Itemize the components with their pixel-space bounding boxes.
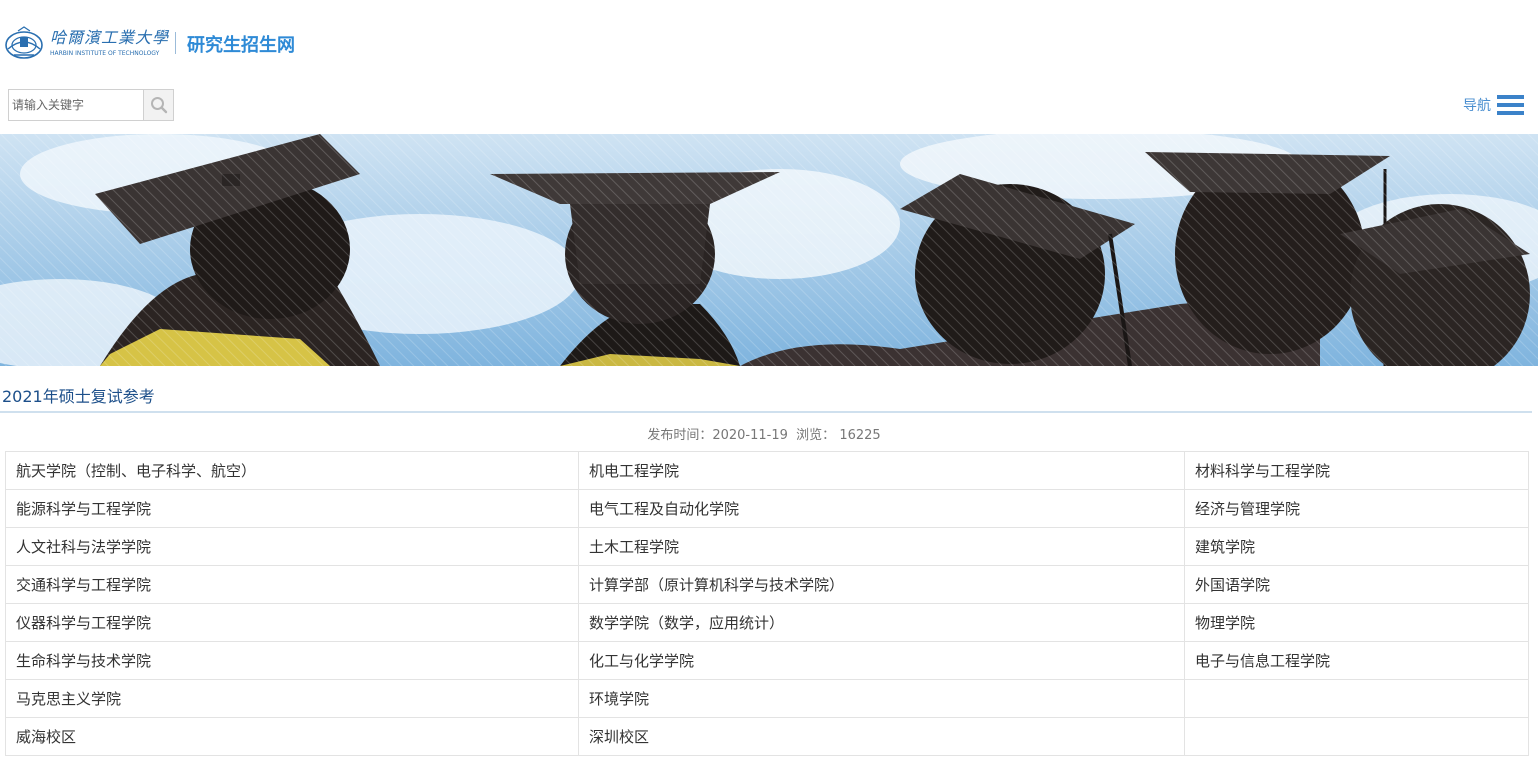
college-link[interactable]: 材料科学与工程学院 <box>1184 451 1529 490</box>
nav-menu-button[interactable]: 导航 <box>1463 94 1524 116</box>
college-link[interactable]: 外国语学院 <box>1184 565 1529 604</box>
views-label: 浏览： <box>796 428 836 443</box>
publish-date: 2020-11-19 <box>712 428 788 443</box>
logo-divider <box>175 32 176 54</box>
college-table: 航天学院（控制、电子科学、航空） 机电工程学院 材料科学与工程学院 能源科学与工程学院… <box>5 451 1529 756</box>
page-title: 2021年硕士复试参考 <box>2 387 155 406</box>
college-link[interactable]: 威海校区 <box>5 717 579 756</box>
college-link[interactable]: 建筑学院 <box>1184 527 1529 566</box>
college-link[interactable]: 航天学院（控制、电子科学、航空） <box>5 451 579 490</box>
table-row: 交通科学与工程学院 计算学部（原计算机科学与技术学院） 外国语学院 <box>5 565 1529 604</box>
table-row: 生命科学与技术学院 化工与化学学院 电子与信息工程学院 <box>5 641 1529 680</box>
site-header: 哈爾濱工業大學 HARBIN INSTITUTE OF TECHNOLOGY 研… <box>0 0 1538 134</box>
university-logo[interactable]: 哈爾濱工業大學 HARBIN INSTITUTE OF TECHNOLOGY 研… <box>4 24 295 62</box>
table-row: 威海校区 深圳校区 <box>5 717 1529 756</box>
hit-emblem-icon <box>5 26 43 59</box>
college-link[interactable]: 物理学院 <box>1184 603 1529 642</box>
search-input[interactable] <box>9 90 144 120</box>
search-button[interactable] <box>143 90 173 120</box>
college-link[interactable]: 生命科学与技术学院 <box>5 641 579 680</box>
site-title[interactable]: 研究生招生网 <box>187 31 295 57</box>
college-link[interactable]: 马克思主义学院 <box>5 679 579 718</box>
table-row: 能源科学与工程学院 电气工程及自动化学院 经济与管理学院 <box>5 489 1529 528</box>
table-row: 人文社科与法学学院 土木工程学院 建筑学院 <box>5 527 1529 566</box>
publish-label: 发布时间： <box>647 428 713 443</box>
college-link[interactable]: 交通科学与工程学院 <box>5 565 579 604</box>
college-link[interactable]: 土木工程学院 <box>578 527 1185 566</box>
logo-chinese-name: 哈爾濱工業大學 <box>50 28 170 47</box>
table-row: 航天学院（控制、电子科学、航空） 机电工程学院 材料科学与工程学院 <box>5 451 1529 490</box>
college-link[interactable]: 计算学部（原计算机科学与技术学院） <box>578 565 1185 604</box>
college-link[interactable]: 机电工程学院 <box>578 451 1185 490</box>
college-link[interactable]: 经济与管理学院 <box>1184 489 1529 528</box>
views-count: 16225 <box>839 428 881 443</box>
article-meta: 发布时间：2020-11-19 浏览： 16225 <box>0 424 1528 443</box>
college-link[interactable]: 电气工程及自动化学院 <box>578 489 1185 528</box>
empty-cell <box>1184 679 1529 718</box>
college-link[interactable]: 数学学院（数学，应用统计） <box>578 603 1185 642</box>
title-divider <box>0 411 1532 413</box>
college-link[interactable]: 仪器科学与工程学院 <box>5 603 579 642</box>
college-link[interactable]: 环境学院 <box>578 679 1185 718</box>
hamburger-icon <box>1497 95 1524 115</box>
search-icon <box>150 97 167 114</box>
search-box <box>8 89 174 121</box>
college-link[interactable]: 能源科学与工程学院 <box>5 489 579 528</box>
college-link[interactable]: 电子与信息工程学院 <box>1184 641 1529 680</box>
empty-cell <box>1184 717 1529 756</box>
college-link[interactable]: 深圳校区 <box>578 717 1185 756</box>
logo-english-name: HARBIN INSTITUTE OF TECHNOLOGY <box>50 50 160 57</box>
table-row: 仪器科学与工程学院 数学学院（数学，应用统计） 物理学院 <box>5 603 1529 642</box>
college-link[interactable]: 人文社科与法学学院 <box>5 527 579 566</box>
nav-label: 导航 <box>1463 98 1491 114</box>
college-link[interactable]: 化工与化学学院 <box>578 641 1185 680</box>
table-row: 马克思主义学院 环境学院 <box>5 679 1529 718</box>
graduation-banner-image <box>0 134 1538 366</box>
